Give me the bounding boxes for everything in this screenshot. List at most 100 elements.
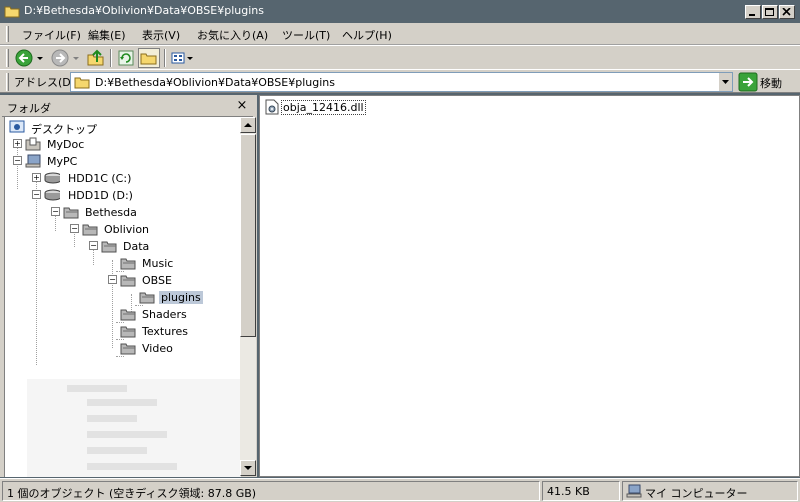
hard-drive-icon bbox=[44, 172, 60, 184]
blurred-row bbox=[87, 431, 167, 438]
folder-pane-title: フォルダ bbox=[7, 102, 51, 115]
folder-icon bbox=[101, 241, 117, 253]
views-grid-icon bbox=[171, 52, 193, 64]
tree-label: Music bbox=[142, 257, 174, 270]
folder-icon bbox=[82, 224, 98, 236]
collapse-minus-icon[interactable]: − bbox=[51, 207, 60, 216]
tree-label: Textures bbox=[142, 325, 188, 338]
menu-file[interactable]: ファイル(F) bbox=[22, 27, 81, 43]
collapse-minus-icon[interactable]: − bbox=[108, 275, 117, 284]
forward-button[interactable] bbox=[50, 48, 84, 68]
folder-icon bbox=[63, 207, 79, 219]
addressbar-grip[interactable] bbox=[6, 73, 9, 91]
tree-label: HDD1C (C:) bbox=[68, 172, 132, 185]
address-label: アドレス(D) bbox=[14, 76, 76, 89]
menu-edit[interactable]: 編集(E) bbox=[88, 27, 126, 43]
scroll-down-button[interactable] bbox=[240, 460, 256, 476]
blurred-region bbox=[27, 379, 241, 477]
blurred-row bbox=[87, 447, 147, 454]
folder-tree-scrollbar[interactable] bbox=[240, 117, 256, 476]
tree-label: HDD1D (D:) bbox=[68, 189, 133, 202]
address-dropdown-button[interactable] bbox=[718, 73, 732, 91]
folder-pane-close-button[interactable]: × bbox=[235, 99, 249, 113]
menubar-grip[interactable] bbox=[6, 26, 9, 42]
tree-label: Oblivion bbox=[104, 223, 150, 236]
collapse-minus-icon[interactable]: − bbox=[13, 156, 22, 165]
title-bar[interactable]: D:¥Bethesda¥Oblivion¥Data¥OBSE¥plugins bbox=[0, 0, 800, 23]
explorer-window: D:¥Bethesda¥Oblivion¥Data¥OBSE¥plugins フ… bbox=[0, 0, 800, 502]
folders-toggle-button[interactable] bbox=[138, 48, 160, 68]
expand-plus-icon[interactable]: + bbox=[13, 139, 22, 148]
tree-label: Bethesda bbox=[85, 206, 137, 219]
tree-label: MyPC bbox=[47, 155, 78, 168]
status-size: 41.5 KB bbox=[542, 481, 620, 501]
address-value[interactable]: D:¥Bethesda¥Oblivion¥Data¥OBSE¥plugins bbox=[95, 76, 335, 89]
address-bar: アドレス(D) D:¥Bethesda¥Oblivion¥Data¥OBSE¥p… bbox=[0, 69, 800, 93]
file-item[interactable]: obja_12416.dll bbox=[264, 99, 366, 115]
back-button[interactable] bbox=[14, 48, 48, 68]
arrow-down-icon bbox=[244, 466, 252, 470]
minimize-icon bbox=[749, 14, 755, 16]
forward-arrow-icon bbox=[51, 49, 79, 67]
go-arrow-icon bbox=[738, 72, 758, 92]
tree-label: OBSE bbox=[142, 274, 172, 287]
chevron-down-icon bbox=[722, 80, 729, 84]
toolbar-separator bbox=[110, 49, 112, 67]
window-title: D:¥Bethesda¥Oblivion¥Data¥OBSE¥plugins bbox=[24, 4, 264, 17]
status-bar: 1 個のオブジェクト (空きディスク領域: 87.8 GB) 41.5 KB マ… bbox=[0, 478, 800, 502]
documents-folder-icon bbox=[25, 137, 41, 151]
status-size-text: 41.5 KB bbox=[547, 485, 590, 498]
standard-toolbar bbox=[0, 45, 800, 69]
views-button[interactable] bbox=[170, 48, 196, 68]
folder-icon bbox=[120, 275, 136, 287]
folder-pane-header: フォルダ × bbox=[2, 97, 253, 117]
tree-label: Shaders bbox=[142, 308, 187, 321]
dll-file-icon bbox=[265, 99, 279, 115]
status-zone-text: マイ コンピューター bbox=[645, 487, 748, 500]
tree-label: MyDoc bbox=[47, 138, 85, 151]
desktop-icon bbox=[9, 120, 25, 133]
tree-line bbox=[135, 305, 143, 306]
scrollbar-thumb[interactable] bbox=[240, 134, 256, 337]
status-objects: 1 個のオブジェクト (空きディスク領域: 87.8 GB) bbox=[2, 481, 540, 501]
blurred-row bbox=[87, 463, 177, 470]
hard-drive-icon bbox=[44, 189, 60, 201]
folder-icon bbox=[120, 258, 136, 270]
go-button[interactable]: 移動 bbox=[738, 72, 798, 92]
menu-view[interactable]: 表示(V) bbox=[142, 27, 180, 43]
blurred-row bbox=[67, 385, 127, 392]
toolbar-separator bbox=[164, 49, 166, 67]
toolbar-grip[interactable] bbox=[6, 49, 9, 67]
collapse-minus-icon[interactable]: − bbox=[70, 224, 79, 233]
up-folder-button[interactable] bbox=[86, 48, 106, 68]
tree-label-selected: plugins bbox=[159, 291, 203, 304]
refresh-button[interactable] bbox=[116, 48, 136, 68]
tree-label: Data bbox=[123, 240, 150, 253]
expand-plus-icon[interactable]: + bbox=[32, 173, 41, 182]
folder-pane: フォルダ × デスクトップ + MyDoc − MyPC + HDD1C (C:… bbox=[0, 95, 257, 477]
menu-help[interactable]: ヘルプ(H) bbox=[342, 27, 392, 43]
menu-tools[interactable]: ツール(T) bbox=[282, 27, 330, 43]
folder-tree[interactable]: デスクトップ + MyDoc − MyPC + HDD1C (C:) − HDD… bbox=[4, 117, 241, 477]
collapse-minus-icon[interactable]: − bbox=[89, 241, 98, 250]
minimize-button[interactable] bbox=[745, 5, 761, 19]
tree-line bbox=[116, 356, 124, 357]
file-name[interactable]: obja_12416.dll bbox=[281, 100, 366, 115]
tree-line bbox=[17, 141, 18, 189]
close-window-button[interactable] bbox=[779, 5, 795, 19]
address-input[interactable]: D:¥Bethesda¥Oblivion¥Data¥OBSE¥plugins bbox=[70, 72, 733, 92]
collapse-minus-icon[interactable]: − bbox=[32, 190, 41, 199]
scroll-up-button[interactable] bbox=[240, 117, 256, 133]
close-icon bbox=[782, 8, 791, 16]
menu-favorites[interactable]: お気に入り(A) bbox=[197, 27, 268, 43]
tree-line bbox=[36, 175, 37, 365]
tree-label: デスクトップ bbox=[31, 123, 97, 136]
folder-icon bbox=[4, 6, 20, 18]
status-zone: マイ コンピューター bbox=[622, 481, 798, 501]
menu-bar: ファイル(F) 編集(E) 表示(V) お気に入り(A) ツール(T) ヘルプ(… bbox=[0, 23, 800, 45]
maximize-button[interactable] bbox=[762, 5, 778, 19]
open-folder-icon bbox=[139, 292, 155, 304]
folder-icon bbox=[120, 326, 136, 338]
blurred-row bbox=[87, 415, 137, 422]
file-list-pane[interactable]: obja_12416.dll bbox=[259, 95, 800, 477]
